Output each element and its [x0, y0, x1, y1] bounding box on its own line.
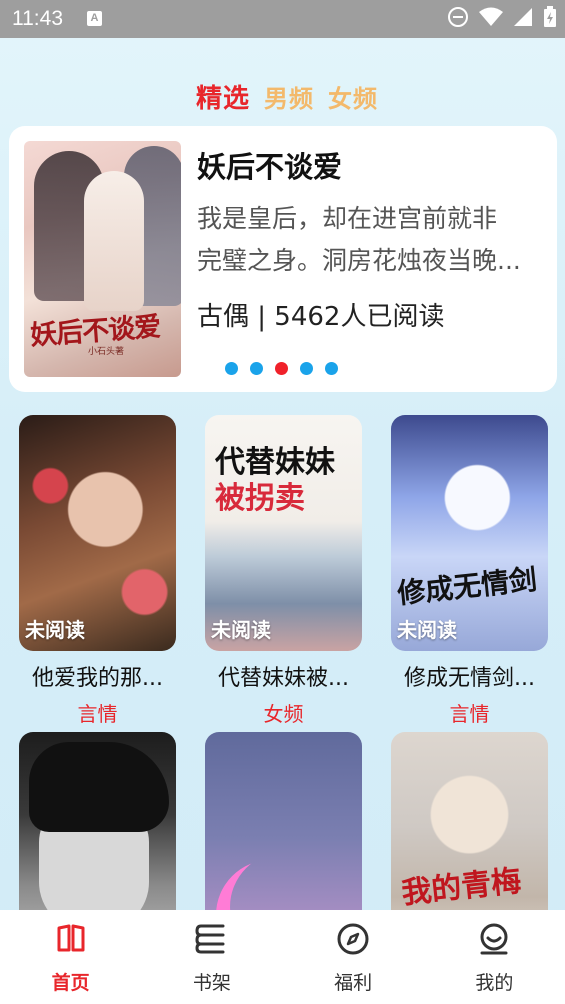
carousel-dot[interactable] — [300, 362, 313, 375]
unread-badge: 未阅读 — [25, 618, 85, 642]
book-open-icon — [57, 924, 85, 952]
do-not-disturb-icon — [448, 7, 468, 27]
cover-title-line: 被拐卖 — [215, 481, 305, 516]
profile-icon — [480, 923, 508, 955]
book-tag: 言情 — [77, 702, 118, 726]
cover-title: 我的青梅 — [399, 863, 523, 912]
nav-bookshelf[interactable]: 书架 — [141, 910, 282, 1004]
book-cover[interactable]: 修成无情剑 未阅读 — [391, 415, 548, 651]
compass-icon — [337, 923, 369, 955]
book-title[interactable]: 修成无情剑... — [391, 660, 548, 692]
book-card[interactable]: 修成无情剑 未阅读 修成无情剑... 言情 — [391, 415, 548, 727]
book-cover[interactable]: 未阅读 — [19, 415, 176, 651]
banner-description-line: 完璧之身。洞房花烛夜当晚... — [197, 246, 521, 275]
nav-label: 我的 — [475, 972, 514, 994]
featured-banner[interactable]: 妖后不谈爱 小石头著 妖后不谈爱 我是皇后，却在进宫前就非 完璧之身。洞房花烛夜… — [9, 126, 557, 392]
carousel-dot[interactable] — [225, 362, 238, 375]
book-cover[interactable]: 代替妹妹 被拐卖 未阅读 — [205, 415, 362, 651]
notification-icon: A — [87, 11, 102, 26]
book-card[interactable]: 代替妹妹 被拐卖 未阅读 代替妹妹被... 女频 — [205, 415, 362, 727]
nav-welfare[interactable]: 福利 — [283, 910, 424, 1004]
battery-icon — [544, 6, 556, 27]
cover-title-line: 代替妹妹 — [215, 445, 335, 480]
nav-label: 福利 — [334, 972, 373, 994]
banner-title[interactable]: 妖后不谈爱 — [197, 144, 342, 186]
nav-profile[interactable]: 我的 — [424, 910, 565, 1004]
carousel-dot[interactable] — [325, 362, 338, 375]
banner-description-line: 我是皇后，却在进宫前就非 — [197, 204, 498, 233]
book-title[interactable]: 他爱我的那... — [19, 660, 176, 692]
cover-title: 修成无情剑 — [395, 562, 539, 611]
bottom-nav: 首页 书架 福利 我的 — [0, 910, 565, 1004]
signal-icon — [514, 8, 532, 26]
nav-home[interactable]: 首页 — [0, 910, 141, 1004]
cover-art — [29, 742, 169, 832]
tab-female[interactable]: 女频 — [328, 79, 378, 114]
bookshelf-icon — [195, 924, 225, 954]
wifi-icon — [479, 7, 503, 26]
tab-male[interactable]: 男频 — [264, 79, 314, 114]
status-bar: 11:43 A — [0, 0, 565, 38]
carousel-dot[interactable] — [250, 362, 263, 375]
book-title[interactable]: 代替妹妹被... — [205, 660, 362, 692]
cover-art — [84, 171, 144, 311]
tab-featured[interactable]: 精选 — [196, 78, 250, 115]
category-tabs: 精选 男频 女频 — [196, 78, 378, 115]
book-tag: 言情 — [449, 702, 490, 726]
carousel-dots — [225, 362, 338, 375]
book-tag: 女频 — [263, 702, 304, 726]
status-icons — [447, 6, 557, 28]
banner-meta: 古偶 | 5462人已阅读 — [197, 302, 445, 332]
cover-title: 代替妹妹 被拐卖 — [215, 445, 335, 517]
carousel-dot-active[interactable] — [275, 362, 288, 375]
banner-book-cover[interactable]: 妖后不谈爱 小石头著 — [24, 141, 181, 377]
banner-description: 我是皇后，却在进宫前就非 完璧之身。洞房花烛夜当晚... — [197, 198, 547, 282]
cover-author: 小石头著 — [88, 347, 125, 357]
book-card[interactable]: 未阅读 他爱我的那... 言情 — [19, 415, 176, 727]
status-time: 11:43 — [12, 7, 63, 30]
unread-badge: 未阅读 — [211, 618, 271, 642]
nav-label: 首页 — [51, 972, 90, 994]
unread-badge: 未阅读 — [397, 618, 457, 642]
nav-label: 书架 — [192, 972, 231, 994]
